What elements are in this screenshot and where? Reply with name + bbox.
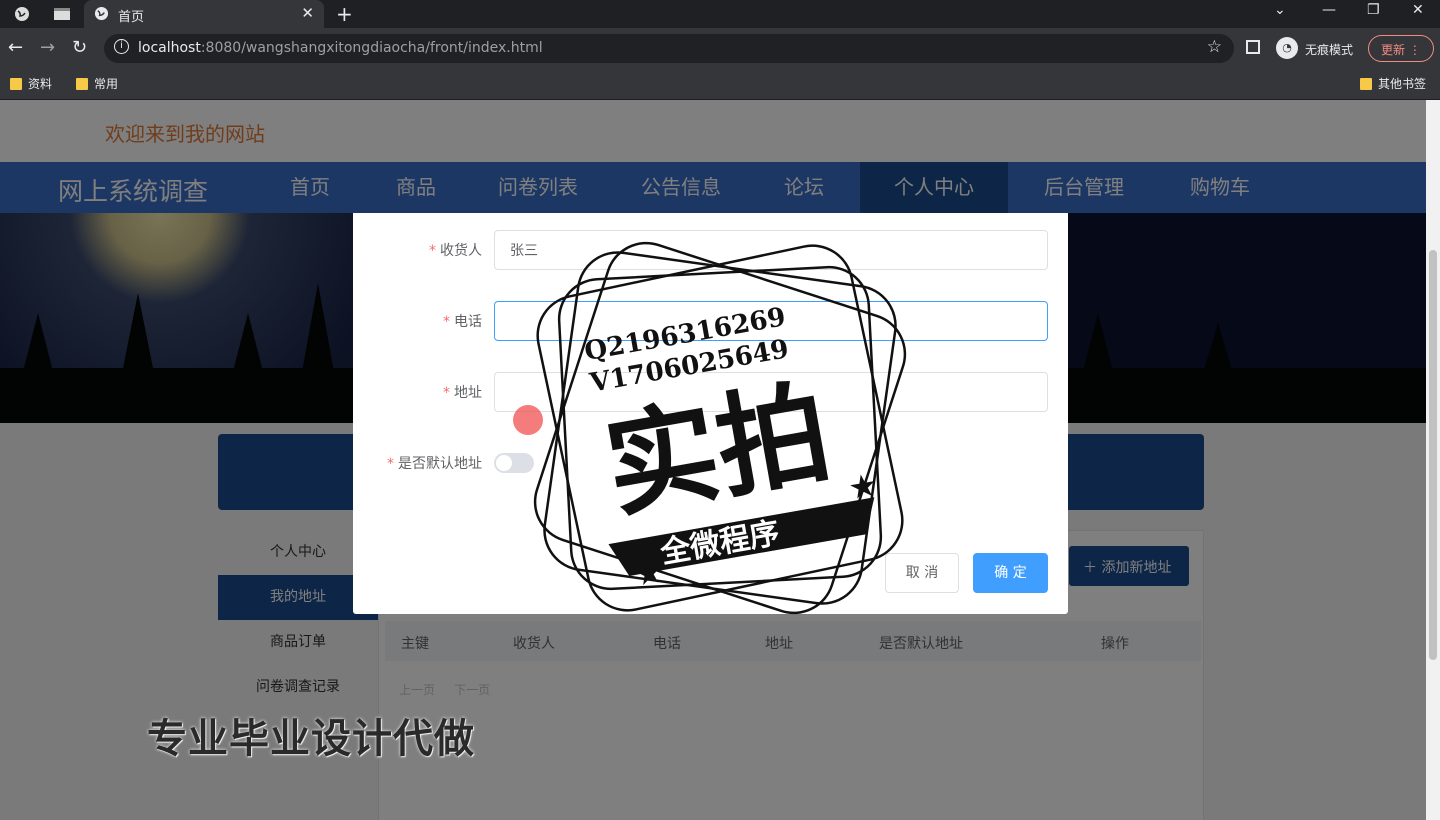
watermark-stamp: Q2196316269 V1706025649 实拍 全微程序 ★ ★	[533, 241, 907, 615]
tab-search-icon[interactable]	[52, 4, 72, 24]
field-label: * 收货人	[429, 243, 482, 259]
window-close-icon[interactable]: ✕	[1412, 2, 1424, 18]
address-bar-row: ← → ↻ i localhost:8080/wangshangxitongdi…	[0, 28, 1440, 68]
scrollbar-thumb[interactable]	[1429, 250, 1437, 660]
tab-title: 首页	[118, 10, 145, 25]
folder-icon	[76, 77, 88, 90]
globe-icon[interactable]	[12, 4, 32, 24]
bookmark-star-icon[interactable]: ☆	[1207, 37, 1222, 57]
other-bookmarks[interactable]: 其他书签	[1360, 75, 1426, 92]
bookmark-folder[interactable]: 资料	[10, 75, 52, 92]
bottom-watermark-text: 专业毕业设计代做	[147, 716, 475, 762]
forward-icon[interactable]: →	[40, 37, 55, 58]
watermark-big: 实拍	[596, 367, 839, 534]
back-icon[interactable]: ←	[8, 37, 23, 58]
reload-icon[interactable]: ↻	[72, 37, 87, 58]
update-button[interactable]: 更新 ⋮	[1368, 35, 1434, 62]
close-icon[interactable]: ✕	[301, 4, 314, 22]
field-label: * 电话	[443, 314, 482, 330]
bookmark-folder[interactable]: 常用	[76, 75, 118, 92]
side-panel-icon[interactable]	[1246, 40, 1260, 54]
folder-icon	[10, 77, 22, 90]
incognito-label: 无痕模式	[1305, 43, 1354, 57]
page-scrollbar[interactable]	[1426, 100, 1440, 820]
new-tab-icon[interactable]: +	[336, 2, 353, 26]
info-icon[interactable]: i	[114, 39, 129, 54]
folder-icon	[1360, 77, 1372, 90]
field-label: * 地址	[443, 385, 482, 401]
field-label: * 是否默认地址	[387, 456, 482, 472]
bookmarks-bar: 资料 常用 其他书签	[0, 68, 1440, 100]
minimize-icon[interactable]: —	[1322, 2, 1336, 18]
restore-icon[interactable]: ❐	[1367, 2, 1380, 18]
globe-icon	[94, 6, 109, 25]
url-input[interactable]: i localhost:8080/wangshangxitongdiaocha/…	[104, 34, 1234, 63]
incognito-icon[interactable]: ◔	[1276, 37, 1298, 59]
chevron-down-icon[interactable]: ⌄	[1274, 2, 1286, 18]
star-icon: ★	[848, 468, 878, 505]
confirm-button[interactable]: 确 定	[973, 553, 1048, 593]
url-text: localhost:8080/wangshangxitongdiaocha/fr…	[138, 40, 543, 56]
browser-tab-strip: 首页 ✕ + ⌄ — ❐ ✕	[0, 0, 1440, 28]
active-tab[interactable]: 首页 ✕	[84, 0, 324, 28]
